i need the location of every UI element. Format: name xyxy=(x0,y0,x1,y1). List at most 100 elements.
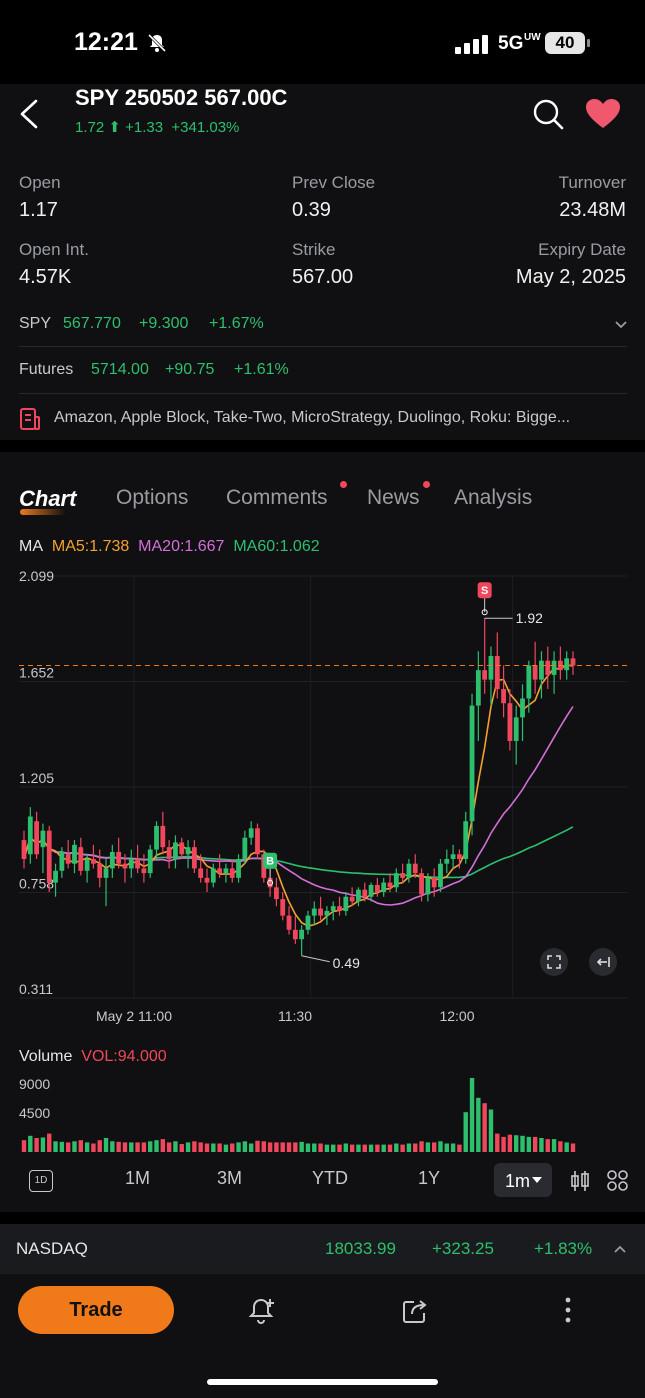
candle-body xyxy=(520,698,525,718)
index-bar[interactable]: NASDAQ 18033.99 +323.25 +1.83% xyxy=(0,1224,645,1274)
candle-body xyxy=(34,821,40,855)
tab-news[interactable]: News xyxy=(367,486,420,510)
news-ticker-row[interactable]: Amazon, Apple Block, Take-Two, MicroStra… xyxy=(19,400,629,436)
volume-bar xyxy=(280,1142,285,1152)
volume-bar xyxy=(40,1137,46,1152)
stat-value-strike: 567.00 xyxy=(292,266,354,288)
volume-bar xyxy=(312,1143,317,1152)
volume-bar xyxy=(362,1144,367,1152)
favorite-button[interactable] xyxy=(585,99,621,134)
status-time: 12:21 xyxy=(74,28,138,56)
candle-style-button[interactable] xyxy=(570,1169,590,1198)
volume-bar xyxy=(381,1144,386,1152)
volume-bar xyxy=(116,1141,121,1152)
timeframe-1d[interactable]: 1D xyxy=(29,1170,53,1192)
tab-comments[interactable]: Comments xyxy=(226,486,328,510)
timeframe-1y[interactable]: 1Y xyxy=(418,1168,440,1189)
volume-bar xyxy=(110,1141,115,1152)
volume-bar xyxy=(463,1112,468,1152)
network-label: 5G xyxy=(498,33,524,54)
volume-bar xyxy=(514,1135,519,1152)
volume-bar xyxy=(331,1144,336,1152)
tab-options[interactable]: Options xyxy=(116,486,188,510)
candle-body xyxy=(210,868,216,883)
last-price: 1.72 xyxy=(75,119,105,136)
notification-dot xyxy=(340,481,347,488)
candle-body xyxy=(406,863,412,878)
candle-body xyxy=(305,915,311,930)
volume-bar xyxy=(356,1144,361,1152)
volume-bar xyxy=(564,1142,569,1152)
candle-body xyxy=(457,854,462,859)
stat-value-open: 1.17 xyxy=(19,199,58,221)
trade-button[interactable]: Trade xyxy=(18,1286,174,1334)
low-marker-line xyxy=(301,955,330,963)
volume-bar xyxy=(84,1142,90,1152)
candle-body xyxy=(21,840,27,859)
back-button[interactable] xyxy=(16,98,42,135)
jump-latest-button[interactable] xyxy=(589,948,617,976)
stat-label-turnover: Turnover xyxy=(558,173,626,192)
candle-body xyxy=(280,899,286,916)
volume-bar xyxy=(141,1142,147,1152)
candle-body xyxy=(507,703,513,741)
volume-bar xyxy=(337,1144,342,1152)
candle-body xyxy=(387,882,393,888)
y-tick-label: 1.652 xyxy=(19,665,54,681)
volume-bar xyxy=(488,1109,494,1152)
volume-bar xyxy=(72,1141,77,1152)
candle-body xyxy=(438,863,443,888)
volume-bar xyxy=(166,1142,172,1152)
timeframe-ytd[interactable]: YTD xyxy=(312,1168,348,1189)
more-button[interactable] xyxy=(560,1296,576,1331)
volume-bar xyxy=(558,1141,563,1152)
volume-bar xyxy=(539,1138,544,1152)
candle-body xyxy=(463,821,469,859)
candle-body xyxy=(65,854,71,864)
volume-bar xyxy=(286,1142,292,1152)
news-headline: Amazon, Apple Block, Take-Two, MicroStra… xyxy=(54,409,571,426)
fullscreen-button[interactable] xyxy=(540,948,568,976)
y-tick-label: 0.311 xyxy=(19,981,53,997)
candle-body xyxy=(337,906,342,911)
candle-body xyxy=(513,717,519,741)
futures-row[interactable]: Futures 5714.00 +90.75 +1.61% xyxy=(19,352,419,388)
timeframe-3m[interactable]: 3M xyxy=(217,1168,242,1189)
underlying-row[interactable]: SPY 567.770 +9.300 +1.67% xyxy=(19,306,629,344)
candle-body xyxy=(40,830,46,848)
y-tick-label: 1.205 xyxy=(19,770,54,786)
volume-bar xyxy=(211,1143,216,1152)
timeframe-1m[interactable]: 1M xyxy=(125,1168,150,1189)
stat-label-open: Open xyxy=(19,173,61,192)
candle-body xyxy=(191,847,197,869)
candle-body xyxy=(318,908,323,916)
up-arrow-icon: ⬆ xyxy=(104,119,126,136)
candle-body xyxy=(368,884,374,897)
interval-dropdown[interactable]: 1m xyxy=(494,1163,552,1197)
price-alert-button[interactable] xyxy=(248,1296,278,1331)
expand-icon xyxy=(547,955,561,969)
candle-body xyxy=(419,873,424,895)
volume-bar xyxy=(457,1144,462,1152)
tab-analysis[interactable]: Analysis xyxy=(454,486,532,510)
more-vertical-icon xyxy=(565,1297,571,1323)
candle-body xyxy=(444,858,450,864)
candle-body xyxy=(147,849,153,874)
signal-icon xyxy=(455,34,489,59)
candle-body xyxy=(545,660,551,675)
chart-settings-button[interactable] xyxy=(607,1170,629,1197)
volume-bar xyxy=(349,1144,355,1152)
volume-bar xyxy=(375,1144,380,1152)
search-button[interactable] xyxy=(532,98,564,135)
candle-body xyxy=(78,847,84,871)
candle-body xyxy=(179,842,185,855)
candle-body xyxy=(204,877,210,883)
candle-body xyxy=(374,884,380,893)
ma-label: MA xyxy=(19,538,43,555)
candle-body xyxy=(109,851,115,869)
volume-bar xyxy=(520,1135,525,1152)
x-tick-label: 11:30 xyxy=(278,1008,312,1024)
share-button[interactable] xyxy=(400,1296,430,1331)
volume-bar xyxy=(469,1078,475,1152)
section-separator xyxy=(0,1212,645,1224)
